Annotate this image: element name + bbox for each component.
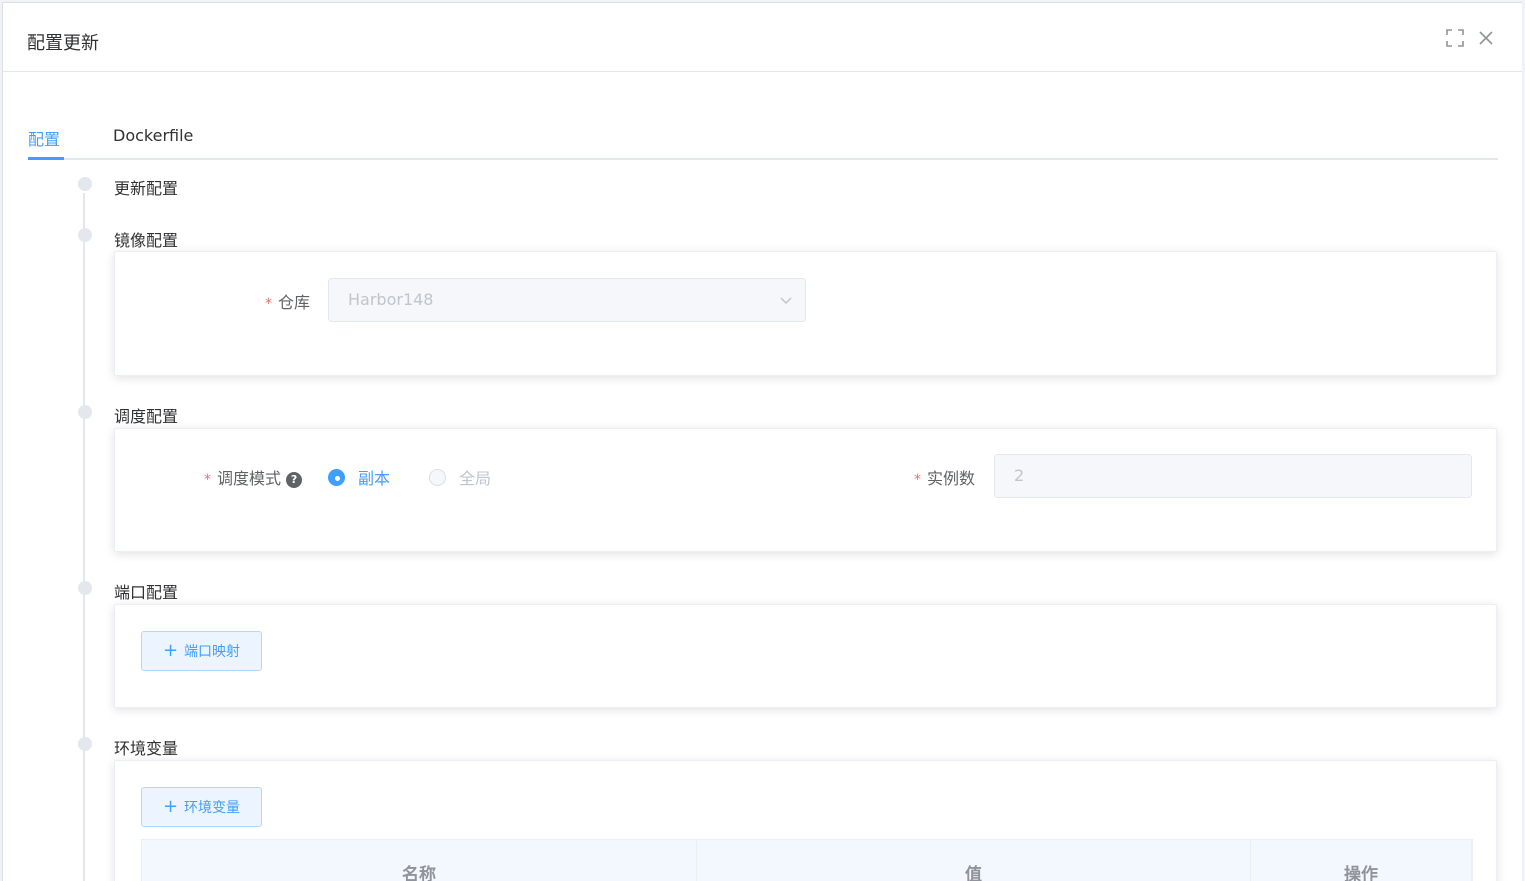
close-icon[interactable] (1475, 27, 1497, 49)
fullscreen-icon[interactable] (1444, 27, 1466, 49)
radio-replica[interactable]: 副本 (328, 465, 390, 489)
dialog-title: 配置更新 (27, 33, 99, 54)
required-mark: * (204, 472, 211, 488)
active-tab-indicator (28, 157, 64, 160)
step-title-ports: 端口配置 (114, 583, 179, 602)
instances-label: * 实例数 (914, 469, 976, 488)
tab-dockerfile[interactable]: Dockerfile (113, 126, 193, 145)
add-port-mapping-button[interactable]: + 端口映射 (141, 631, 262, 671)
table-header-value: 值 (697, 840, 1251, 881)
tab-config[interactable]: 配置 (28, 126, 60, 150)
timeline-dot (78, 581, 92, 595)
schedule-config-card: * 调度模式? 副本 全局 * 实例数 2 (114, 428, 1497, 552)
image-config-card: * 仓库 Harbor148 (114, 251, 1497, 376)
config-update-dialog: 配置更新 配置 Dockerfile 更新配置 镜像配置 * 仓库 Harbor1… (2, 2, 1522, 881)
env-table: 名称 值 操作 (141, 839, 1473, 881)
repo-select[interactable]: Harbor148 (328, 278, 806, 322)
env-config-card: + 环境变量 名称 值 操作 (114, 760, 1497, 881)
timeline-dot (78, 405, 92, 419)
schedule-mode-label: * 调度模式? (204, 465, 303, 489)
table-header-actions: 操作 (1251, 840, 1472, 881)
question-circle-icon[interactable]: ? (286, 472, 303, 488)
required-mark: * (265, 296, 272, 312)
tabs-divider (28, 158, 1498, 160)
radio-label: 全局 (459, 469, 492, 488)
tabs: 配置 Dockerfile (28, 73, 1498, 161)
plus-icon: + (162, 640, 179, 661)
required-mark: * (914, 472, 921, 488)
radio-circle (328, 468, 345, 486)
plus-icon: + (162, 796, 179, 817)
timeline-dot (78, 737, 92, 751)
radio-circle (429, 468, 446, 486)
step-title-update: 更新配置 (114, 179, 179, 198)
step-title-env: 环境变量 (114, 739, 179, 758)
timeline-dot (78, 177, 92, 191)
step-title-image: 镜像配置 (114, 231, 179, 250)
radio-label: 副本 (358, 469, 391, 488)
chevron-down-icon (780, 297, 792, 305)
timeline-dot (78, 228, 92, 242)
port-config-card: + 端口映射 (114, 604, 1497, 708)
radio-global[interactable]: 全局 (429, 465, 491, 489)
instances-input[interactable]: 2 (994, 454, 1472, 498)
dialog-header: 配置更新 (3, 3, 1522, 72)
repo-select-value: Harbor148 (348, 290, 434, 309)
timeline-line (83, 193, 85, 881)
add-env-var-button[interactable]: + 环境变量 (141, 787, 262, 827)
repo-label: * 仓库 (265, 293, 311, 312)
instances-input-value: 2 (1014, 466, 1025, 485)
step-title-schedule: 调度配置 (114, 407, 179, 426)
table-header-name: 名称 (142, 840, 697, 881)
